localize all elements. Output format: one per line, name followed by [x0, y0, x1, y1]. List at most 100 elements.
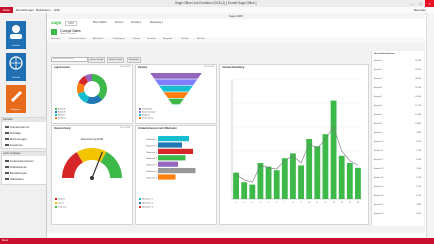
list-row[interactable]: Beispiel 13 5.900: [374, 168, 422, 172]
mandant-selector[interactable]: CRM: [65, 21, 77, 26]
list-row[interactable]: Beispiel 4 21.000: [374, 87, 422, 91]
list-row[interactable]: Beispiel 7 12.300: [374, 114, 422, 118]
menu-bearbeiten[interactable]: Bearbeiten: [36, 8, 51, 12]
list-row-value: 18.400: [415, 96, 421, 98]
widget-bars: Umsatzentwicklung 1 2 3 4 5 6 7 8 9 10 11 12 13 14 15 1…: [219, 64, 369, 225]
list-row[interactable]: Beispiel 15 4.700: [374, 186, 422, 190]
nav-firma[interactable]: Firma ▾: [115, 21, 123, 24]
bar: [273, 170, 280, 199]
recent-row[interactable]: Lieferantenstamm: [5, 159, 34, 163]
maximize-icon[interactable]: □: [416, 0, 425, 7]
bar-chart: 1 2 3 4 5 6 7 8 9 10 11 12 13 14 15 16: [231, 78, 362, 204]
bar: [290, 153, 296, 199]
list-row-value: 3.000: [416, 213, 421, 215]
legend-item: Zielwert: [55, 198, 65, 201]
right-scroll-strip[interactable]: [426, 13, 434, 238]
tab-verkaufschancen[interactable]: Verkaufschancen: [69, 38, 86, 40]
list-row-value: 5.900: [416, 168, 421, 170]
list-row[interactable]: Beispiel 3 28.900: [374, 78, 422, 82]
edit-button[interactable]: Bearbeiten: [127, 57, 141, 63]
document-icon: [5, 159, 9, 163]
menu-hilfe[interactable]: Hilfe: [54, 8, 60, 12]
hbar-bar: [158, 136, 189, 142]
x-tick-label: 5: [268, 202, 270, 204]
legend-item: Artikel D: [55, 117, 66, 120]
new-cockpit-button[interactable]: Neues Cockpit: [88, 57, 106, 63]
list-row-label: Beispiel 6: [374, 105, 383, 107]
bar: [265, 166, 272, 199]
nav-kontakt[interactable]: Kontakt ▾: [131, 21, 141, 24]
bar: [314, 146, 321, 199]
x-tick-label: 10: [308, 202, 311, 204]
list-row[interactable]: Beispiel 2 32.500: [374, 69, 422, 73]
list-row[interactable]: Beispiel 14 5.200: [374, 177, 422, 181]
tile-kunden[interactable]: Kunden: [6, 21, 26, 49]
x-tick-label: 8: [292, 202, 294, 204]
widget-title: Verkaufschancen nach Mitarbeiter: [138, 127, 177, 130]
list-row[interactable]: Beispiel 1 45.000: [374, 60, 422, 64]
list-row-value: 45.000: [415, 60, 421, 62]
bar: [241, 182, 248, 199]
fav-row[interactable]: Kundenstamm: [5, 125, 29, 129]
right-list-panel: Neue Verkaufschancen Beispiel 1 45.000 Bei…: [371, 51, 424, 226]
inner-window-title: Sage CRM: [229, 14, 243, 18]
list-row[interactable]: Beispiel 9 9.600: [374, 132, 422, 136]
recent-row[interactable]: Artikelstamm: [5, 165, 27, 169]
list-row-value: 15.750: [415, 105, 421, 107]
list-row-label: Beispiel 11: [374, 150, 384, 152]
tile-caption: Aufgaben: [11, 109, 21, 111]
status-text: Bereit: [2, 239, 9, 242]
nav-mein-crm[interactable]: Mein CRM ▾: [93, 21, 107, 24]
fav-row[interactable]: Rechnungen: [5, 137, 27, 141]
list-row[interactable]: Beispiel 16 4.100: [374, 195, 422, 199]
tile-vertrieb[interactable]: Vertrieb: [6, 53, 26, 81]
widget-date: 01.01.2018: [119, 66, 130, 68]
list-row[interactable]: Beispiel 18 3.000: [374, 213, 422, 217]
hbar-bar: [158, 142, 182, 148]
list-row-label: Beispiel 10: [374, 141, 384, 143]
tab-angebote[interactable]: Angebote: [163, 38, 172, 40]
bar: [330, 100, 337, 199]
tab-berichte[interactable]: Berichte: [197, 38, 205, 40]
list-row[interactable]: Beispiel 11 7.100: [374, 150, 422, 154]
tab-kontakte[interactable]: Kontakte: [147, 38, 156, 40]
search-input[interactable]: Nach Verkaufschancen: [51, 57, 88, 62]
list-row[interactable]: Beispiel 8 10.800: [374, 123, 422, 127]
menu-einstellungen[interactable]: Einstellungen: [16, 8, 34, 12]
tab-statistik[interactable]: Statistik: [181, 38, 189, 40]
widget-funnel: Pipeline 01.01.2018 Erstkontakt Bedarfsa…: [135, 64, 217, 124]
x-tick-label: 1: [236, 202, 238, 204]
recent-row[interactable]: Statistiken: [5, 177, 24, 181]
legend-item: Mitarbeiter 3: [139, 206, 153, 209]
x-tick-label: 9: [301, 202, 303, 204]
nav-marketing[interactable]: Marketing ▾: [150, 21, 163, 24]
gauge-hub: [90, 176, 94, 180]
list-row[interactable]: Beispiel 12 6.400: [374, 159, 422, 163]
gauge-chart: Zielerreichung (EUR): [62, 138, 122, 180]
tab-firmen[interactable]: Firmen: [133, 38, 140, 40]
x-tick-label: 2: [244, 202, 246, 204]
list-row-value: 28.900: [415, 78, 421, 80]
hbar-label: Mitarbeiter 2: [146, 144, 157, 147]
close-icon[interactable]: ×: [425, 0, 434, 7]
tab-uebersicht[interactable]: Übersicht: [51, 38, 60, 40]
list-row-label: Beispiel 15: [374, 186, 384, 188]
list-row[interactable]: Beispiel 6 15.750: [374, 105, 422, 109]
minimize-icon[interactable]: –: [407, 0, 416, 7]
list-row[interactable]: Beispiel 10 8.250: [374, 141, 422, 145]
list-row[interactable]: Beispiel 17 3.600: [374, 204, 422, 208]
fav-row[interactable]: Aufträge: [5, 131, 21, 135]
list-row[interactable]: Beispiel 5 18.400: [374, 96, 422, 100]
globe-icon: [9, 56, 23, 70]
menu-beenden[interactable]: Beenden: [414, 8, 426, 12]
fav-row[interactable]: Angebote: [5, 143, 23, 147]
tab-kampagnen[interactable]: Kampagnen: [113, 38, 125, 40]
x-tick-label: 13: [332, 202, 335, 204]
new-dashlet-button[interactable]: Neues Dashlet: [107, 57, 125, 63]
recent-row[interactable]: Bestellungen: [5, 171, 27, 175]
tab-aktivitaeten[interactable]: Aktivitäten: [93, 38, 103, 40]
list-row-value: 6.400: [416, 159, 421, 161]
widget-hbar: Verkaufschancen nach Mitarbeiter Mitarbe…: [135, 125, 217, 225]
bar: [249, 184, 256, 199]
tile-aufgaben[interactable]: Aufgaben: [6, 85, 26, 113]
